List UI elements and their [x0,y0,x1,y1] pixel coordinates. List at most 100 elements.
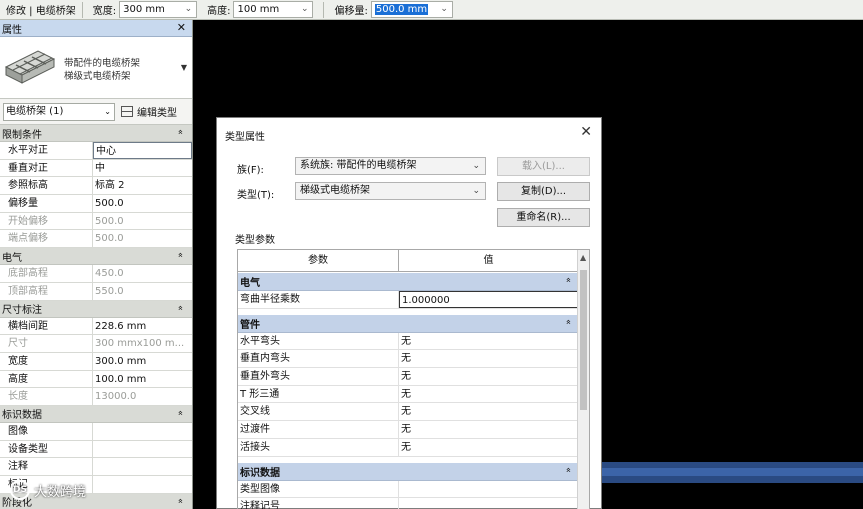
table-row[interactable]: 活接头无 [238,438,578,457]
close-icon[interactable]: ✕ [580,124,592,140]
table-header: 参数 值 [238,250,578,272]
collapse-icon[interactable]: » [564,467,574,473]
collapse-icon[interactable]: » [564,277,574,283]
type-properties-dialog: 类型属性 ✕ 族(F): 系统族: 带配件的电缆桥架 ⌄ 载入(L)... 类型… [216,117,602,509]
scroll-up-icon[interactable]: ▲ [580,253,586,262]
edit-type-label: 编辑类型 [137,108,177,119]
collapse-icon[interactable]: » [176,305,186,311]
table-row[interactable]: 垂直内弯头无 [238,350,578,369]
property-value[interactable] [93,476,192,493]
type-name-line2: 梯级式电缆桥架 [64,71,131,82]
property-value[interactable]: 228.6 mm [93,318,192,335]
parameter-name: 类型图像 [238,480,399,498]
parameter-name: 垂直内弯头 [238,350,399,368]
property-key: 开始偏移 [0,212,93,230]
properties-title: 属性 [2,24,22,36]
scrollbar-thumb[interactable] [580,270,587,410]
property-row[interactable]: 参照标高 标高 2 [0,177,192,196]
parameter-value[interactable]: 1.000000 [399,291,578,308]
type-select[interactable]: 梯级式电缆桥架 ⌄ [295,182,486,200]
property-key: 横档间距 [0,317,93,335]
property-value[interactable]: 中 [93,160,192,177]
parameter-group-header[interactable]: 电气 » [238,273,578,291]
table-row[interactable]: 交叉线无 [238,403,578,422]
collapse-icon[interactable]: » [176,498,186,504]
parameter-value[interactable]: 无 [399,368,578,385]
property-row[interactable]: 高度 100.0 mm [0,370,192,389]
instance-selector[interactable]: 电缆桥架 (1) ⌄ [3,102,115,121]
property-row[interactable]: 偏移量 500.0 [0,195,192,213]
property-key: 顶部高程 [0,282,93,300]
table-row[interactable]: T 形三通无 [238,385,578,404]
offset-dropdown[interactable]: 500.0 mm ⌄ [370,1,453,18]
property-group-name: 限制条件 [2,129,42,141]
property-value[interactable] [93,423,192,440]
property-row[interactable]: 设备类型 [0,440,192,459]
parameter-group-header[interactable]: 管件 » [238,314,578,333]
collapse-icon[interactable]: » [564,319,574,325]
property-row[interactable]: 图像 [0,422,192,441]
table-row[interactable]: 垂直外弯头无 [238,368,578,386]
property-value[interactable] [93,458,192,475]
property-row[interactable]: 水平对正 中心 [0,142,192,160]
property-row[interactable]: 宽度 300.0 mm [0,352,192,371]
edit-type-icon [121,106,133,117]
parameter-value[interactable] [399,498,578,509]
mode-label: 修改 | 电缆桥架 [6,6,76,17]
parameter-group-header[interactable]: 标识数据 » [238,462,578,481]
type-selector[interactable]: 带配件的电缆桥架 梯级式电缆桥架 ▼ [0,37,192,99]
property-value[interactable]: 300.0 mm [93,353,192,370]
property-value: 500.0 [95,215,124,227]
rename-button[interactable]: 重命名(R)... [497,208,590,227]
property-row: 长度 13000.0 [0,388,192,406]
table-row[interactable]: 注释记号 [238,498,578,509]
vertical-scrollbar[interactable]: ▲ [577,250,589,509]
parameter-name: 交叉线 [238,403,399,421]
property-key: 设备类型 [0,440,93,458]
column-header-value[interactable]: 值 [399,250,578,271]
parameter-name: 过渡件 [238,421,399,438]
property-row[interactable]: 垂直对正中 [0,159,192,178]
table-row[interactable]: 类型图像 [238,480,578,499]
parameter-value[interactable]: 无 [399,403,578,420]
duplicate-button[interactable]: 复制(D)... [497,182,590,201]
parameter-value[interactable]: 无 [399,333,578,350]
property-group-header[interactable]: 标识数据 » [0,405,192,423]
parameter-value[interactable]: 无 [399,350,578,367]
property-value[interactable] [93,441,192,458]
parameter-value[interactable] [399,481,578,498]
collapse-icon[interactable]: » [176,410,186,416]
property-value[interactable]: 中心 [93,142,192,159]
property-group-header[interactable]: 电气 » [0,248,192,266]
height-dropdown[interactable]: 100 mm ⌄ [233,1,314,18]
table-row[interactable]: 过渡件无 [238,421,578,439]
parameter-value[interactable]: 无 [399,386,578,403]
watermark: DS 大数跨境 [10,480,86,500]
width-dropdown[interactable]: 300 mm ⌄ [119,1,198,18]
type-params-label: 类型参数 [235,235,275,246]
chevron-down-icon: ⌄ [104,106,111,116]
table-row[interactable]: 弯曲半径乘数 1.000000 [238,291,578,309]
edit-type-button[interactable]: 编辑类型 [121,104,177,119]
close-icon[interactable]: ✕ [177,21,186,34]
property-group-header[interactable]: 尺寸标注 » [0,300,192,318]
property-value[interactable]: 500.0 [93,195,192,212]
instance-row: 电缆桥架 (1) ⌄ 编辑类型 [0,99,192,125]
property-group-header[interactable]: 限制条件 » [0,125,192,142]
table-row[interactable]: 水平弯头无 [238,332,578,351]
load-button[interactable]: 载入(L)... [497,157,590,176]
property-row[interactable]: 注释 [0,458,192,476]
parameter-value[interactable]: 无 [399,439,578,456]
family-select[interactable]: 系统族: 带配件的电缆桥架 ⌄ [295,157,486,175]
collapse-icon[interactable]: » [176,252,186,258]
property-row[interactable]: 横档间距 228.6 mm [0,317,192,336]
collapse-icon[interactable]: » [176,129,186,135]
column-header-param[interactable]: 参数 [238,250,399,271]
property-row: 顶部高程 550.0 [0,282,192,301]
chevron-down-icon: ⌄ [440,4,448,14]
parameter-value[interactable]: 无 [399,421,578,438]
table-body: 电气» 弯曲半径乘数 1.000000 管件» 水平弯头无垂直内弯头无垂直外弯头无 T 形… [238,273,578,509]
property-value[interactable]: 标高 2 [93,177,192,194]
property-value[interactable]: 100.0 mm [93,371,192,388]
property-group-name: 标识数据 [2,410,42,422]
